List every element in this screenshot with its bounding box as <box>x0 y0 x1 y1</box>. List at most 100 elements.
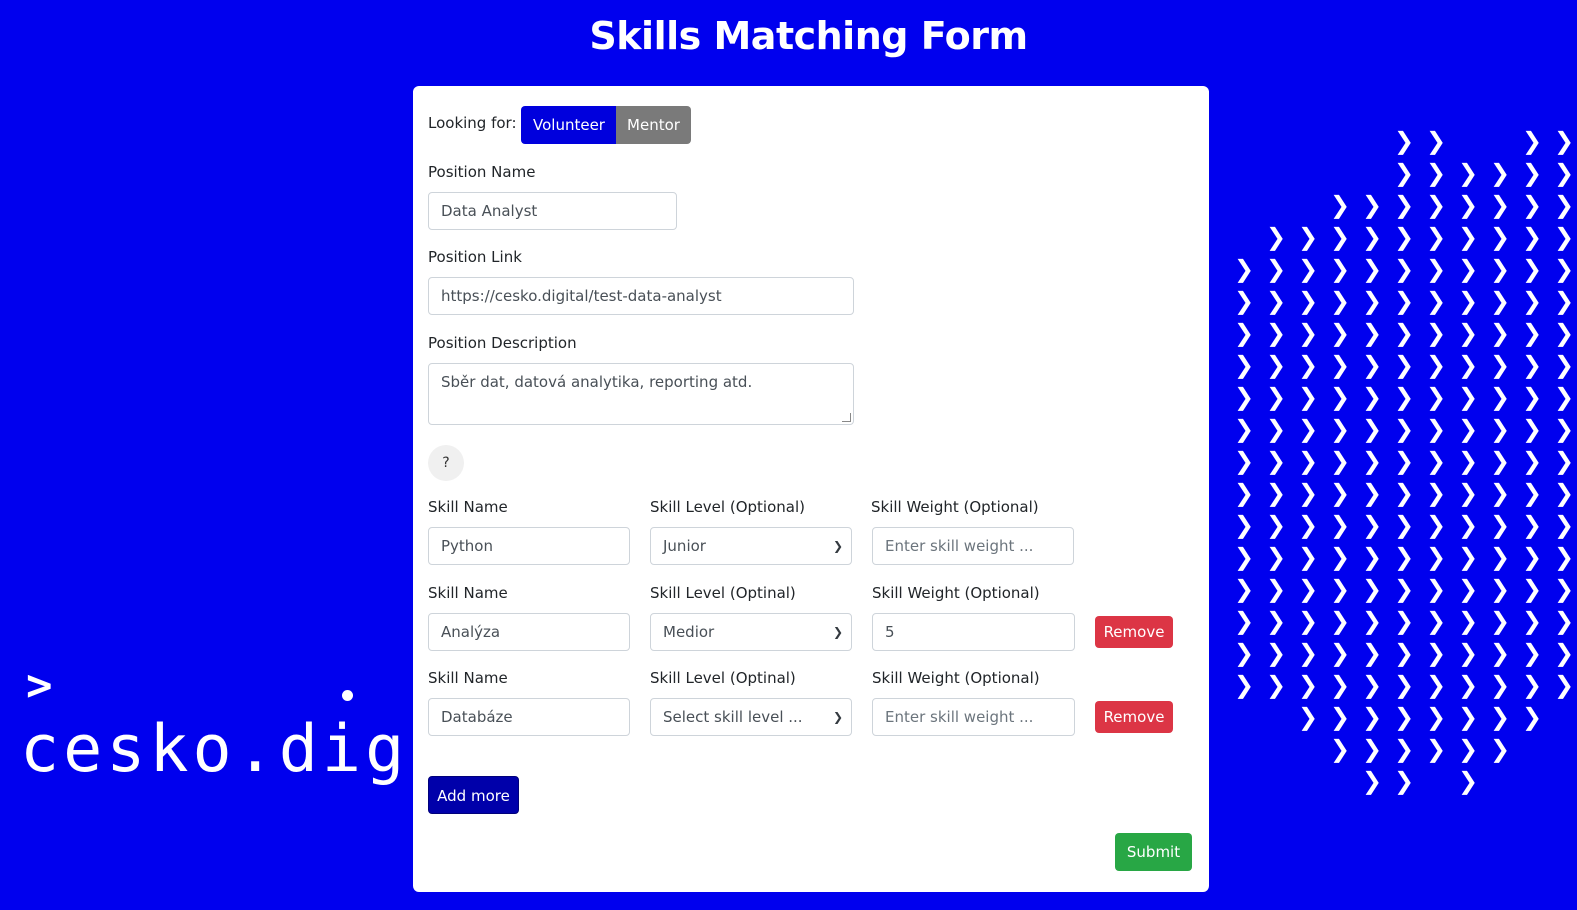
chevron-right-icon: ❯ <box>1522 415 1543 443</box>
chevron-right-icon: ❯ <box>1554 671 1575 699</box>
skill-level-select[interactable]: Junior ❯ <box>650 527 852 565</box>
chevron-right-icon: ❯ <box>1426 415 1447 443</box>
chevron-right-icon: ❯ <box>1458 639 1479 667</box>
chevron-right-icon: ❯ <box>1266 415 1287 443</box>
chevron-right-icon: ❯ <box>1554 191 1575 219</box>
chevron-right-icon: ❯ <box>1554 607 1575 635</box>
chevron-right-icon: ❯ <box>1426 351 1447 379</box>
chevron-right-icon: ❯ <box>1298 351 1319 379</box>
chevron-right-icon: ❯ <box>1362 575 1383 603</box>
chevron-down-icon: ❯ <box>832 710 843 724</box>
chevron-right-icon: ❯ <box>1362 543 1383 571</box>
skill-weight-input[interactable]: Enter skill weight ... <box>872 698 1075 736</box>
chevron-right-icon: ❯ <box>1554 319 1575 347</box>
chevron-right-icon: ❯ <box>1394 319 1415 347</box>
chevron-right-icon: ❯ <box>1298 575 1319 603</box>
chevron-right-icon: ❯ <box>1522 575 1543 603</box>
skill-level-value: Junior <box>663 537 706 555</box>
chevron-right-icon: ❯ <box>1330 703 1351 731</box>
chevron-right-icon: ❯ <box>1394 479 1415 507</box>
position-description-textarea[interactable]: Sběr dat, datová analytika, reporting at… <box>428 363 854 425</box>
chevron-right-icon: ❯ <box>1266 255 1287 283</box>
chevron-right-icon: ❯ <box>1298 511 1319 539</box>
skill-level-label: Skill Level (Optinal) <box>650 584 796 602</box>
resize-grip-icon[interactable] <box>842 413 851 422</box>
chevron-right-icon: ❯ <box>1330 511 1351 539</box>
chevron-right-icon: ❯ <box>1458 543 1479 571</box>
help-button[interactable]: ? <box>428 445 464 481</box>
chevron-right-icon: ❯ <box>1298 639 1319 667</box>
chevron-right-icon: ❯ <box>1234 351 1255 379</box>
chevron-right-icon: ❯ <box>1458 351 1479 379</box>
chevron-right-icon: ❯ <box>1490 159 1511 187</box>
chevron-right-icon: ❯ <box>1522 383 1543 411</box>
chevron-right-icon: ❯ <box>1426 383 1447 411</box>
skill-level-select[interactable]: Medior ❯ <box>650 613 852 651</box>
chevron-right-icon: ❯ <box>1490 607 1511 635</box>
chevron-right-icon: ❯ <box>1426 127 1447 155</box>
chevron-right-icon: ❯ <box>1490 479 1511 507</box>
chevron-right-icon: ❯ <box>1554 351 1575 379</box>
add-more-button[interactable]: Add more <box>428 776 519 814</box>
chevron-right-icon: ❯ <box>1266 223 1287 251</box>
chevron-down-icon: ❯ <box>832 625 843 639</box>
chevron-right-icon: ❯ <box>1234 447 1255 475</box>
page-title: Skills Matching Form <box>589 14 1028 58</box>
chevron-right-icon: ❯ <box>1266 383 1287 411</box>
chevron-right-icon: ❯ <box>1362 255 1383 283</box>
skill-name-label: Skill Name <box>428 498 508 516</box>
chevron-right-icon: ❯ <box>1426 479 1447 507</box>
chevron-right-icon: ❯ <box>1522 287 1543 315</box>
chevron-right-icon: ❯ <box>1458 191 1479 219</box>
skill-weight-label: Skill Weight (Optional) <box>872 669 1040 687</box>
skill-name-input[interactable]: Python <box>428 527 630 565</box>
chevron-right-icon: ❯ <box>1490 351 1511 379</box>
chevron-right-icon: ❯ <box>1522 191 1543 219</box>
submit-button[interactable]: Submit <box>1115 833 1192 871</box>
chevron-right-icon: ❯ <box>1522 479 1543 507</box>
chevron-right-icon: ❯ <box>1522 671 1543 699</box>
chevron-right-icon: ❯ <box>1394 255 1415 283</box>
chevron-right-icon: ❯ <box>1490 671 1511 699</box>
position-description-text: Sběr dat, datová analytika, reporting at… <box>441 373 753 391</box>
skill-weight-input[interactable]: 5 <box>872 613 1075 651</box>
chevron-right-icon: ❯ <box>1330 351 1351 379</box>
chevron-right-icon: ❯ <box>1330 255 1351 283</box>
skill-name-input[interactable]: Databáze <box>428 698 630 736</box>
remove-skill-button[interactable]: Remove <box>1095 701 1173 733</box>
chevron-right-icon: ❯ <box>1394 543 1415 571</box>
chevron-right-icon: ❯ <box>1362 735 1383 763</box>
chevron-right-icon: ❯ <box>1234 575 1255 603</box>
chevron-right-icon: ❯ <box>1330 447 1351 475</box>
chevron-right-icon: ❯ <box>1490 639 1511 667</box>
chevron-right-icon: ❯ <box>1522 543 1543 571</box>
chevron-right-icon: ❯ <box>1458 319 1479 347</box>
chevron-right-icon: ❯ <box>1426 671 1447 699</box>
chevron-right-icon: ❯ <box>1362 639 1383 667</box>
looking-for-mentor-button[interactable]: Mentor <box>616 106 691 144</box>
chevron-right-icon: ❯ <box>1554 479 1575 507</box>
chevron-right-icon: ❯ <box>1266 671 1287 699</box>
chevron-right-icon: ❯ <box>1490 735 1511 763</box>
chevron-right-icon: ❯ <box>1298 223 1319 251</box>
chevron-right-icon: ❯ <box>1298 703 1319 731</box>
chevron-right-icon: ❯ <box>1426 575 1447 603</box>
remove-skill-button[interactable]: Remove <box>1095 616 1173 648</box>
chevron-right-icon: ❯ <box>1298 287 1319 315</box>
chevron-right-icon: ❯ <box>1234 479 1255 507</box>
skill-level-select[interactable]: Select skill level ... ❯ <box>650 698 852 736</box>
position-name-input[interactable]: Data Analyst <box>428 192 677 230</box>
chevron-down-icon: ❯ <box>832 539 843 553</box>
chevron-right-icon: ❯ <box>1394 351 1415 379</box>
skill-weight-input[interactable]: Enter skill weight ... <box>872 527 1074 565</box>
chevron-right-icon: ❯ <box>1426 511 1447 539</box>
skill-name-input[interactable]: Analýza <box>428 613 630 651</box>
chevron-right-icon: ❯ <box>1426 319 1447 347</box>
chevron-right-icon: ❯ <box>1490 255 1511 283</box>
chevron-right-icon: ❯ <box>1522 447 1543 475</box>
chevron-right-icon: ❯ <box>1394 575 1415 603</box>
position-link-input[interactable]: https://cesko.digital/test-data-analyst <box>428 277 854 315</box>
looking-for-volunteer-button[interactable]: Volunteer <box>521 106 617 144</box>
chevron-right-icon: ❯ <box>1458 223 1479 251</box>
chevron-right-icon: ❯ <box>1490 415 1511 443</box>
